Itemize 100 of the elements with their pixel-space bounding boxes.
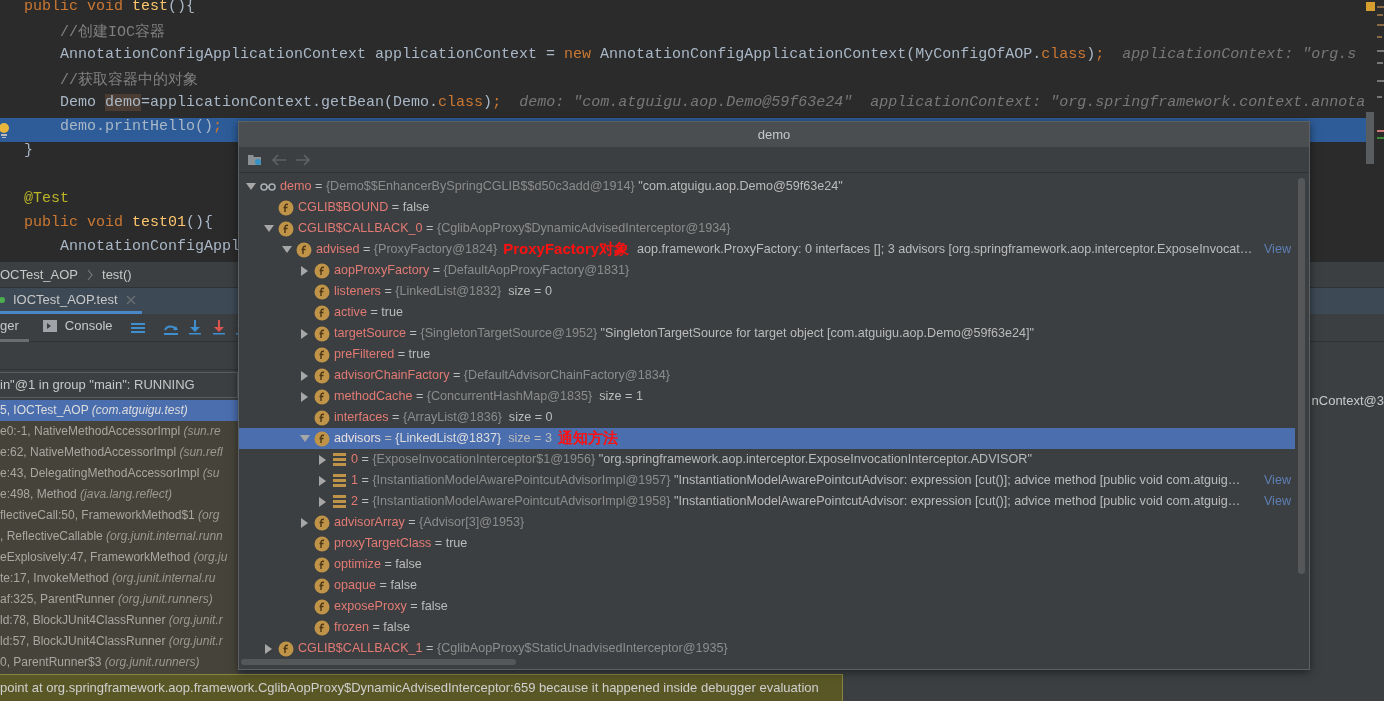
tree-row[interactable]: advisorArray = {Advisor[3]@1953} [239, 512, 1295, 533]
lightbulb-icon[interactable] [0, 122, 10, 138]
list-icon [332, 473, 347, 488]
folder-icon[interactable] [247, 152, 263, 167]
triangle-icon[interactable] [300, 391, 310, 402]
tree-row[interactable]: interfaces = {ArrayList@1836} size = 0 [239, 407, 1295, 428]
code-line: @Test [24, 190, 69, 207]
tree-row[interactable]: CGLIB$CALLBACK_1 = {CglibAopProxy$StaticUnadvisedInterceptor@1935} [239, 638, 1295, 659]
run-tab[interactable]: IOCTest_AOP.test [0, 288, 142, 314]
code-line: public void test01(){ [24, 214, 214, 231]
triangle-icon[interactable] [318, 496, 328, 507]
tree-row[interactable]: 2 = {InstantiationModelAwarePointcutAdvisorImpl@1958} "InstantiationModelAwarePointcutAdvisor: expression [cut()]; advice method [public void com.atguig… View [239, 491, 1295, 512]
code-line: //获取容器中的对象 [59, 72, 198, 89]
code-line: } [24, 142, 33, 159]
field-icon [278, 640, 294, 657]
tree-row[interactable]: demo = {Demo$$EnhancerBySpringCGLIB$$d50c3add@1914} "com.atguigu.aop.Demo@59f63e24" [239, 176, 1295, 197]
field-icon [314, 409, 330, 426]
tree-row[interactable]: CGLIB$BOUND = false [239, 197, 1295, 218]
code-line: AnnotationConfigApplicationContext applicationContext = new AnnotationConfigApplicationContext(MyConfigOfAOP.class); applicationContext: "org.s [59, 46, 1357, 63]
list-icon [332, 494, 347, 509]
field-icon [314, 283, 330, 300]
code-line: Demo demo=applicationContext.getBean(Demo.class); demo: "com.atguigu.aop.Demo@59f63e24" applicationContext: "org.springframework.context.annota [59, 94, 1366, 111]
tree-row[interactable]: 1 = {InstantiationModelAwarePointcutAdvisorImpl@1957} "InstantiationModelAwarePointcutAdvisor: expression [cut()]; advice method [public void com.atguig… View [239, 470, 1295, 491]
stack-frame[interactable]: flectiveCall:50, FrameworkMethod$1 (org [0, 505, 238, 526]
tree-row[interactable]: exposeProxy = false [239, 596, 1295, 617]
chevron-icon [86, 268, 95, 281]
field-icon [314, 430, 330, 447]
triangle-icon[interactable] [318, 454, 328, 465]
notification-balloon: point at org.springframework.aop.framework.CglibAopProxy$DynamicAdvisedInterceptor:659 because it happened inside debugger evaluation [0, 674, 843, 701]
force-step-into-icon[interactable] [210, 320, 227, 335]
scrollbar[interactable] [1298, 178, 1305, 574]
thread-dropdown[interactable]: in"@1 in group "main": RUNNING [0, 372, 238, 398]
stack-frame[interactable]: ld:78, BlockJUnit4ClassRunner (org.junit.r [0, 610, 238, 631]
panel-tab[interactable]: Console [42, 313, 123, 342]
field-icon [314, 367, 330, 384]
stack-frame[interactable]: 5, IOCTest_AOP (com.atguigu.test) [0, 400, 238, 421]
field-icon [314, 619, 330, 636]
annotation-text: 通知方法 [557, 428, 618, 449]
stack-frame[interactable]: eExplosively:47, FrameworkMethod (org.ju [0, 547, 238, 568]
triangle-icon[interactable] [264, 643, 274, 654]
triangle-icon[interactable] [282, 244, 292, 255]
field-icon [314, 325, 330, 342]
field-icon [314, 577, 330, 594]
field-icon [314, 535, 330, 552]
tree-row[interactable]: advised = {ProxyFactory@1824} ProxyFactory对象 aop.framework.ProxyFactory: 0 interfaces []; 3 advisors [org.springframework.aop.interceptor.ExposeInvocat… View [239, 239, 1295, 260]
triangle-icon[interactable] [318, 475, 328, 486]
breadcrumb-item[interactable]: test() [102, 264, 132, 285]
menu-icon[interactable] [130, 320, 145, 335]
tree-row[interactable]: aopProxyFactory = {DefaultAopProxyFactory@1831} [239, 260, 1295, 281]
popup-title: demo [239, 122, 1309, 147]
stack-frame[interactable]: te:17, InvokeMethod (org.junit.internal.ru [0, 568, 238, 589]
stack-frame[interactable]: e0:-1, NativeMethodAccessorImpl (sun.re [0, 421, 238, 442]
breadcrumb-item[interactable]: OCTest_AOP [0, 264, 79, 285]
field-icon [314, 514, 330, 531]
code-line: AnnotationConfigAppl [59, 238, 241, 255]
tree-row[interactable]: active = true [239, 302, 1295, 323]
field-icon [314, 262, 330, 279]
code-line: demo.printHello(); [59, 118, 223, 135]
tree-row[interactable]: 0 = {ExposeInvocationInterceptor$1@1956} "org.springframework.aop.interceptor.ExposeInvocationInterceptor.ADVISOR" [239, 449, 1295, 470]
stack-frame[interactable]: e:43, DelegatingMethodAccessorImpl (su [0, 463, 238, 484]
stack-frame[interactable]: 0, ParentRunner$3 (org.junit.runners) [0, 652, 238, 673]
field-icon [278, 199, 294, 216]
stack-frame[interactable]: e:498, Method (java.lang.reflect) [0, 484, 238, 505]
tree-row[interactable]: preFiltered = true [239, 344, 1295, 365]
stack-frame[interactable]: , ReflectiveCallable (org.junit.internal.runn [0, 526, 238, 547]
glasses-icon [260, 180, 276, 193]
triangle-icon[interactable] [246, 181, 256, 192]
scrollbar[interactable] [241, 659, 516, 665]
stack-frame[interactable]: af:325, ParentRunner (org.junit.runners) [0, 589, 238, 610]
field-icon [278, 220, 294, 237]
triangle-icon[interactable] [300, 265, 310, 276]
panel-tab[interactable]: ger [0, 313, 29, 342]
tree-row[interactable]: listeners = {LinkedList@1832} size = 0 [239, 281, 1295, 302]
triangle-icon[interactable] [264, 223, 274, 234]
stack-frame[interactable]: e:62, NativeMethodAccessorImpl (sun.refl [0, 442, 238, 463]
tree-row[interactable]: advisorChainFactory = {DefaultAdvisorChainFactory@1834} [239, 365, 1295, 386]
code-line: //创建IOC容器 [59, 24, 165, 41]
step-into-icon[interactable] [186, 320, 203, 335]
triangle-icon[interactable] [300, 517, 310, 528]
tree-row[interactable]: CGLIB$CALLBACK_0 = {CglibAopProxy$DynamicAdvisedInterceptor@1934} [239, 218, 1295, 239]
triangle-icon[interactable] [300, 370, 310, 381]
tree-row[interactable]: methodCache = {ConcurrentHashMap@1835} size = 1 [239, 386, 1295, 407]
field-icon [296, 241, 312, 258]
annotation-text: ProxyFactory对象 [503, 239, 630, 260]
field-icon [314, 388, 330, 405]
tree-row[interactable]: targetSource = {SingletonTargetSource@1952} "SingletonTargetSource for target object [com.atguigu.aop.Demo@59f63e24]" [239, 323, 1295, 344]
field-icon [314, 346, 330, 363]
variable-value: nContext@3 [1311, 392, 1384, 410]
field-icon [314, 598, 330, 615]
console-icon [42, 320, 57, 332]
tree-row[interactable]: advisors = {LinkedList@1837} size = 3 通知方法 [239, 428, 1295, 449]
stack-frame[interactable]: ld:57, BlockJUnit4ClassRunner (org.junit.r [0, 631, 238, 652]
list-icon [332, 452, 347, 467]
field-icon [314, 304, 330, 321]
triangle-icon[interactable] [300, 328, 310, 339]
tree-row[interactable]: proxyTargetClass = true [239, 533, 1295, 554]
field-icon [314, 556, 330, 573]
tree-row[interactable]: optimize = false [239, 554, 1295, 575]
tree-row[interactable]: frozen = false [239, 617, 1295, 638]
tree-row[interactable]: opaque = false [239, 575, 1295, 596]
